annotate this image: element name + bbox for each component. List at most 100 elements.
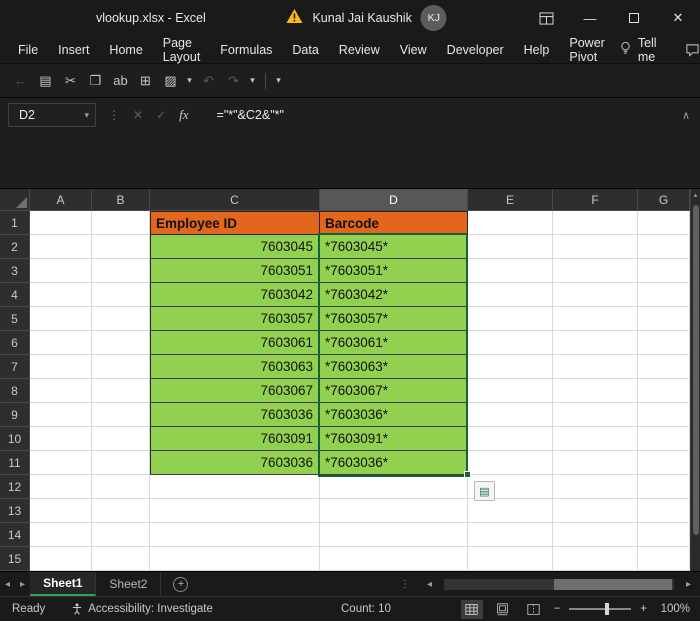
- cell[interactable]: [320, 475, 468, 499]
- cell-employee-id[interactable]: 7603045: [150, 235, 320, 259]
- cell[interactable]: [92, 211, 150, 235]
- cell[interactable]: [150, 475, 320, 499]
- cell[interactable]: [553, 403, 638, 427]
- cell-employee-id[interactable]: 7603063: [150, 355, 320, 379]
- accessibility-status[interactable]: Accessibility: Investigate: [71, 603, 213, 615]
- formula-bar-handle-icon[interactable]: ⋮: [108, 108, 120, 122]
- cell[interactable]: [638, 499, 690, 523]
- tab-insert[interactable]: Insert: [48, 36, 99, 64]
- cell[interactable]: [553, 475, 638, 499]
- cell[interactable]: [468, 307, 553, 331]
- cell-barcode[interactable]: *7603091*: [320, 427, 468, 451]
- row-header[interactable]: 7: [0, 355, 30, 379]
- row-header[interactable]: 9: [0, 403, 30, 427]
- sheet-nav-left-icon[interactable]: ◂: [0, 579, 15, 590]
- cell[interactable]: [30, 235, 92, 259]
- cell[interactable]: [468, 331, 553, 355]
- cell[interactable]: [150, 547, 320, 571]
- close-button[interactable]: ✕: [656, 0, 700, 36]
- cell[interactable]: [30, 427, 92, 451]
- cell[interactable]: [553, 211, 638, 235]
- tab-help[interactable]: Help: [514, 36, 560, 64]
- tab-file[interactable]: File: [8, 36, 48, 64]
- scroll-up-icon[interactable]: ▴: [691, 189, 700, 203]
- cell[interactable]: [30, 331, 92, 355]
- column-header-g[interactable]: G: [638, 189, 690, 211]
- cell-barcode[interactable]: *7603036*: [320, 451, 468, 475]
- cell[interactable]: [30, 307, 92, 331]
- cell-employee-id[interactable]: 7603036: [150, 451, 320, 475]
- cell[interactable]: [468, 283, 553, 307]
- cell[interactable]: [92, 523, 150, 547]
- column-header-f[interactable]: F: [553, 189, 638, 211]
- tab-data[interactable]: Data: [282, 36, 328, 64]
- cell[interactable]: [638, 523, 690, 547]
- column-header-a[interactable]: A: [30, 189, 92, 211]
- cell-employee-id[interactable]: 7603051: [150, 259, 320, 283]
- formula-bar-expanded-area[interactable]: [0, 132, 700, 189]
- cell[interactable]: [320, 523, 468, 547]
- cell[interactable]: [30, 403, 92, 427]
- cell-employee-id[interactable]: 7603061: [150, 331, 320, 355]
- cell[interactable]: [468, 451, 553, 475]
- row-header[interactable]: 3: [0, 259, 30, 283]
- avatar[interactable]: KJ: [420, 5, 447, 31]
- cell-employee-id[interactable]: 7603042: [150, 283, 320, 307]
- name-box-dropdown-icon[interactable]: ▾: [84, 110, 89, 121]
- spell-check-icon[interactable]: ab: [108, 68, 133, 94]
- row-header[interactable]: 14: [0, 523, 30, 547]
- cell[interactable]: [638, 331, 690, 355]
- zoom-slider[interactable]: [569, 603, 632, 615]
- cell[interactable]: [638, 211, 690, 235]
- zoom-slider-thumb[interactable]: [605, 603, 610, 615]
- cell[interactable]: [92, 403, 150, 427]
- cell[interactable]: [638, 283, 690, 307]
- cell[interactable]: [30, 283, 92, 307]
- count-indicator[interactable]: Count: 10: [341, 603, 391, 615]
- comments-button[interactable]: [685, 43, 700, 57]
- tab-power-pivot[interactable]: Power Pivot: [559, 36, 614, 64]
- collapse-formula-bar-icon[interactable]: ∧: [682, 109, 690, 122]
- hscroll-left-icon[interactable]: ◂: [422, 579, 437, 590]
- cell-employee-id[interactable]: 7603036: [150, 403, 320, 427]
- cell[interactable]: [92, 547, 150, 571]
- hscroll-right-icon[interactable]: ▸: [681, 579, 696, 590]
- cell[interactable]: [92, 235, 150, 259]
- maximize-button[interactable]: [612, 0, 656, 36]
- cell[interactable]: [150, 523, 320, 547]
- cell[interactable]: [30, 379, 92, 403]
- cell[interactable]: [553, 523, 638, 547]
- fill-color-dropdown-icon[interactable]: ▾: [183, 68, 196, 94]
- insert-function-icon[interactable]: fx: [179, 107, 188, 123]
- fill-color-icon[interactable]: ▨: [158, 68, 183, 94]
- cell[interactable]: [150, 499, 320, 523]
- enter-formula-icon[interactable]: ✓: [156, 108, 166, 122]
- cell[interactable]: [92, 355, 150, 379]
- column-header-c[interactable]: C: [150, 189, 320, 211]
- zoom-level[interactable]: 100%: [656, 603, 690, 615]
- cell[interactable]: [638, 475, 690, 499]
- cell[interactable]: [92, 451, 150, 475]
- redo-icon[interactable]: ↷: [221, 68, 246, 94]
- border-icon[interactable]: ⊞: [133, 68, 158, 94]
- column-header-e[interactable]: E: [468, 189, 553, 211]
- fill-handle[interactable]: [464, 471, 471, 478]
- row-header[interactable]: 15: [0, 547, 30, 571]
- cell[interactable]: [468, 403, 553, 427]
- ribbon-display-options-icon[interactable]: [524, 0, 568, 36]
- cell[interactable]: [92, 499, 150, 523]
- tab-developer[interactable]: Developer: [437, 36, 514, 64]
- cell-employee-id[interactable]: 7603057: [150, 307, 320, 331]
- zoom-in-button[interactable]: +: [640, 603, 647, 615]
- cell[interactable]: [92, 283, 150, 307]
- copy-icon[interactable]: ❐: [83, 68, 108, 94]
- cell[interactable]: [553, 235, 638, 259]
- row-header[interactable]: 2: [0, 235, 30, 259]
- cell[interactable]: [553, 307, 638, 331]
- cell[interactable]: [638, 355, 690, 379]
- cell[interactable]: [30, 259, 92, 283]
- horizontal-scrollbar[interactable]: [443, 578, 674, 590]
- cell[interactable]: [638, 307, 690, 331]
- cell[interactable]: [553, 427, 638, 451]
- formula-input[interactable]: ="*"&C2&"*": [217, 108, 284, 122]
